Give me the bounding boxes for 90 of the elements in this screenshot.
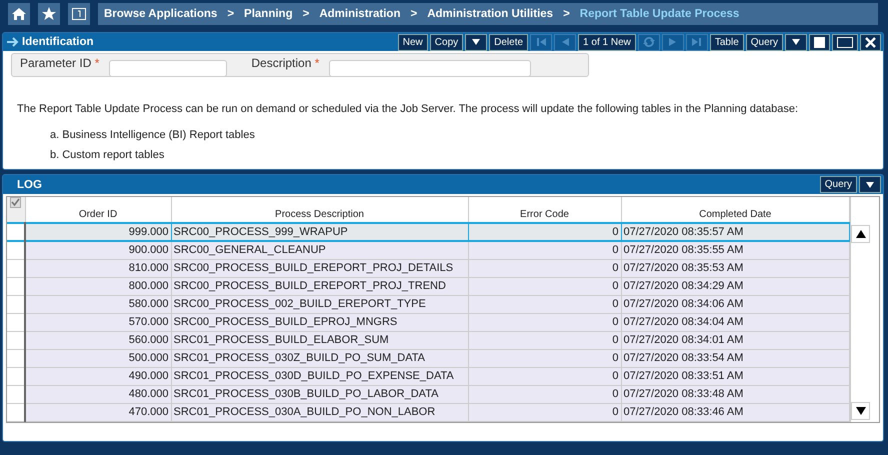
breadcrumb-link[interactable]: Planning [244, 8, 293, 20]
table-cell: SRC00_PROCESS_002_BUILD_EREPORT_TYPE [171, 295, 468, 313]
table-cell: SRC00_PROCESS_999_WRAPUP [171, 223, 468, 241]
breadcrumb-link[interactable]: Administration Utilities [427, 8, 554, 20]
window-icon[interactable] [68, 3, 90, 25]
table-cell: 0 [468, 241, 621, 259]
table-cell: SRC00_GENERAL_CLEANUP [171, 241, 468, 259]
table-cell: SRC00_PROCESS_BUILD_EPROJ_MNGRS [171, 313, 468, 331]
table-row[interactable]: 560.000 SRC01_PROCESS_BUILD_ELABOR_SUM 0 07/27/2020 08:34:01 AM [7, 331, 850, 349]
up-arrow-icon [854, 228, 866, 240]
table-row[interactable]: 500.000 SRC01_PROCESS_030Z_BUILD_PO_SUM_DATA 0 07/27/2020 08:33:54 AM [7, 349, 850, 367]
last-page-icon [690, 36, 703, 48]
home-icon[interactable] [8, 3, 30, 25]
refresh-icon [642, 36, 655, 48]
list-item: b. Custom report tables [50, 149, 166, 161]
table-cell: 0 [468, 313, 621, 331]
table-cell: 500.000 [25, 349, 171, 367]
table-cell: 490.000 [25, 367, 171, 385]
scroll-down-button[interactable] [851, 402, 870, 420]
table-cell: 900.000 [25, 241, 171, 259]
square-button[interactable] [809, 34, 830, 50]
table-row[interactable]: 470.000 SRC01_PROCESS_030A_BUILD_PO_NON_LABOR 0 07/27/2020 08:33:46 AM [7, 403, 850, 421]
table-cell: 0 [468, 223, 621, 241]
table-cell: 810.000 [25, 259, 171, 277]
down-arrow-icon [854, 404, 866, 416]
table-cell: 0 [468, 385, 621, 403]
list-item: a. Business Intelligence (BI) Report tables [50, 129, 256, 141]
intro-text: The Report Table Update Process can be run on demand or scheduled via the Job Server. The process will update the following tables in the Planning database: [17, 103, 800, 115]
table-cell: SRC00_PROCESS_BUILD_EREPORT_PROJ_TREND [171, 277, 468, 295]
toolbar-button[interactable]: Query [746, 34, 783, 50]
table-cell: 800.000 [25, 277, 171, 295]
table-cell: SRC00_PROCESS_BUILD_EREPORT_PROJ_DETAILS [171, 259, 468, 277]
table-cell: SRC01_PROCESS_030A_BUILD_PO_NON_LABOR [171, 403, 468, 421]
breadcrumb-separator: > [563, 8, 570, 20]
table-cell: 580.000 [25, 295, 171, 313]
table-cell: SRC01_PROCESS_030Z_BUILD_PO_SUM_DATA [171, 349, 468, 367]
close-icon [865, 36, 876, 48]
table-row[interactable]: 580.000 SRC00_PROCESS_002_BUILD_EREPORT_TYPE 0 07/27/2020 08:34:06 AM [7, 295, 850, 313]
caret-button[interactable] [785, 34, 807, 50]
select-all-checkbox[interactable] [10, 197, 22, 208]
table-row[interactable]: 810.000 SRC00_PROCESS_BUILD_EREPORT_PROJ_DETAILS 0 07/27/2020 08:35:53 AM [7, 259, 850, 277]
panel-title: LOG [17, 178, 42, 190]
scroll-up-button[interactable] [851, 225, 870, 243]
caret-button[interactable] [859, 176, 881, 193]
caret-button[interactable] [465, 34, 488, 50]
table-row[interactable]: 480.000 SRC01_PROCESS_030B_BUILD_PO_LABOR_DATA 0 07/27/2020 08:33:48 AM [7, 385, 850, 403]
table-cell: 0 [468, 277, 621, 295]
first-page-icon [535, 36, 548, 48]
text-field[interactable] [109, 60, 228, 76]
table-row[interactable]: 999.000 SRC00_PROCESS_999_WRAPUP 0 07/27/2020 08:35:57 AM [7, 223, 850, 241]
table-row[interactable]: 800.000 SRC00_PROCESS_BUILD_EREPORT_PROJ_TREND 0 07/27/2020 08:34:29 AM [7, 277, 850, 295]
table-cell: 570.000 [25, 313, 171, 331]
square-icon [814, 36, 825, 48]
field-label: Parameter ID * [20, 56, 100, 70]
table-cell: SRC01_PROCESS_BUILD_ELABOR_SUM [171, 331, 468, 349]
required-marker: * [314, 56, 320, 70]
table-cell: 0 [468, 403, 621, 421]
field-label: Description * [251, 56, 320, 70]
table-cell: 560.000 [25, 331, 171, 349]
table-cell: SRC01_PROCESS_030D_BUILD_PO_EXPENSE_DATA [171, 367, 468, 385]
table-cell: 999.000 [25, 223, 171, 241]
breadcrumb-separator: > [227, 8, 234, 20]
toolbar-button[interactable]: Query [820, 176, 857, 193]
toolbar-button[interactable]: Copy [430, 34, 464, 50]
table-cell: SRC01_PROCESS_030B_BUILD_PO_LABOR_DATA [171, 385, 468, 403]
close-button[interactable] [860, 34, 881, 50]
text-field[interactable] [329, 60, 532, 76]
window-icon [837, 36, 853, 48]
table-row[interactable]: 490.000 SRC01_PROCESS_030D_BUILD_PO_EXPENSE_DATA 0 07/27/2020 08:33:51 AM [7, 367, 850, 385]
table-cell: 480.000 [25, 385, 171, 403]
toolbar-button[interactable]: Delete [489, 34, 528, 50]
table-cell: 0 [468, 259, 621, 277]
table-cell: 470.000 [25, 403, 171, 421]
window-button[interactable] [832, 34, 858, 50]
arrow-icon [7, 37, 19, 47]
panel-title: Identification [22, 36, 94, 48]
table-cell: 0 [468, 295, 621, 313]
toolbar-button[interactable]: 1 of 1 New [578, 34, 636, 50]
table-row[interactable]: 900.000 SRC00_GENERAL_CLEANUP 0 07/27/2020 08:35:55 AM [7, 241, 850, 259]
breadcrumb-separator: > [302, 8, 310, 20]
table-cell: 0 [468, 367, 621, 385]
table-row[interactable]: 570.000 SRC00_PROCESS_BUILD_EPROJ_MNGRS 0 07/27/2020 08:34:04 AM [7, 313, 850, 331]
toolbar-button[interactable]: Table [710, 34, 744, 50]
table-cell: 0 [468, 331, 621, 349]
table-cell: 0 [468, 349, 621, 367]
breadcrumb-link[interactable]: Administration [319, 8, 400, 20]
required-marker: * [94, 56, 100, 70]
toolbar-button[interactable]: New [398, 34, 428, 50]
breadcrumb-separator: > [410, 8, 418, 20]
breadcrumb-link[interactable]: Browse Applications [104, 8, 218, 20]
